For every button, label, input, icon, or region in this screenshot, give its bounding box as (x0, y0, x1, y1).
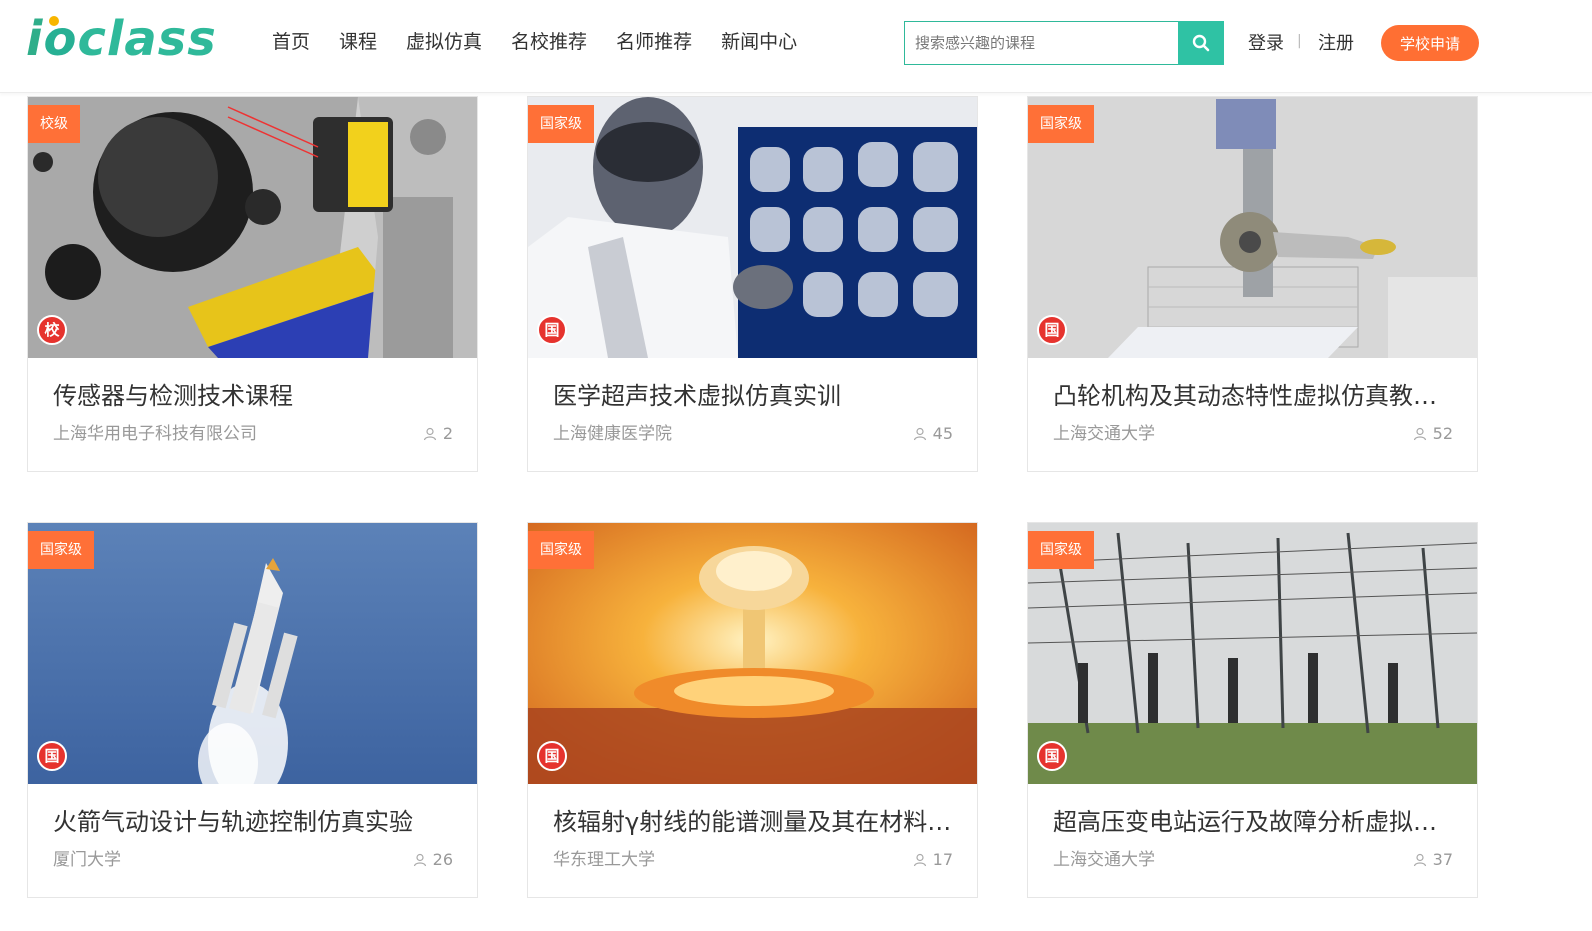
level-mark-icon: 国 (1037, 741, 1067, 771)
level-mark-icon: 国 (537, 741, 567, 771)
course-school: 厦门大学 (53, 850, 121, 870)
learner-count: 37 (1413, 848, 1453, 872)
nav-home[interactable]: 首页 (272, 28, 310, 56)
school-apply-button[interactable]: 学校申请 (1381, 25, 1479, 61)
course-title[interactable]: 传感器与检测技术课程 (53, 379, 458, 413)
learner-count: 45 (913, 422, 953, 446)
search-input[interactable] (904, 21, 1178, 65)
course-school: 上海交通大学 (1053, 850, 1155, 870)
course-school: 上海健康医学院 (553, 424, 672, 444)
course-title[interactable]: 凸轮机构及其动态特性虚拟仿真教学实验 (1053, 379, 1458, 413)
learner-count: 17 (913, 848, 953, 872)
course-school: 上海华用电子科技有限公司 (53, 424, 257, 444)
level-badge: 校级 (28, 105, 80, 143)
course-title[interactable]: 火箭气动设计与轨迹控制仿真实验 (53, 805, 458, 839)
user-icon (913, 853, 926, 867)
nav-news-center[interactable]: 新闻中心 (721, 28, 797, 56)
course-card[interactable]: 国家级 国 超高压变电站运行及故障分析虚拟仿真实验 上海交通大学 37 (1027, 522, 1478, 898)
level-badge: 国家级 (28, 531, 94, 569)
user-icon (423, 427, 436, 441)
level-badge: 国家级 (1028, 531, 1094, 569)
learner-count-value: 2 (442, 424, 453, 443)
level-mark-icon: 国 (37, 741, 67, 771)
course-title[interactable]: 医学超声技术虚拟仿真实训 (553, 379, 958, 413)
course-image[interactable]: 国家级 国 (528, 97, 977, 358)
search-button[interactable] (1178, 21, 1224, 65)
learner-count-value: 26 (432, 850, 453, 869)
learner-count: 26 (413, 848, 453, 872)
course-school: 华东理工大学 (553, 850, 655, 870)
learner-count: 52 (1413, 422, 1453, 446)
user-icon (913, 427, 926, 441)
nav-famous-teachers[interactable]: 名师推荐 (616, 28, 692, 56)
learner-count-value: 45 (932, 424, 953, 443)
search-icon (1192, 34, 1210, 52)
nav-famous-schools[interactable]: 名校推荐 (511, 28, 587, 56)
level-badge: 国家级 (528, 105, 594, 143)
learner-count-value: 37 (1432, 850, 1453, 869)
level-mark-icon: 国 (537, 315, 567, 345)
register-link[interactable]: 注册 (1318, 29, 1354, 55)
nav-virtual-simulation[interactable]: 虚拟仿真 (406, 28, 482, 56)
learner-count-value: 17 (932, 850, 953, 869)
course-image[interactable]: 国家级 国 (28, 523, 477, 784)
site-header: ioclass 首页 课程 虚拟仿真 名校推荐 名师推荐 新闻中心 登录 | 注… (0, 0, 1592, 93)
course-image[interactable]: 校级 校 (28, 97, 477, 358)
login-register-separator: | (1297, 33, 1302, 49)
nav-courses[interactable]: 课程 (339, 28, 377, 56)
course-school: 上海交通大学 (1053, 424, 1155, 444)
user-icon (413, 853, 426, 867)
course-image[interactable]: 国家级 国 (528, 523, 977, 784)
course-card[interactable]: 国家级 国 核辐射γ射线的能谱测量及其在材料分析中的应用 华东理工大学 17 (527, 522, 978, 898)
level-mark-icon: 校 (37, 315, 67, 345)
site-logo[interactable]: io class (26, 14, 217, 64)
user-icon (1413, 853, 1426, 867)
main-nav: 首页 课程 虚拟仿真 名校推荐 名师推荐 新闻中心 (272, 28, 826, 56)
course-title[interactable]: 核辐射γ射线的能谱测量及其在材料分析中的应用 (553, 805, 958, 839)
course-card[interactable]: 校级 校 传感器与检测技术课程 上海华用电子科技有限公司 2 (27, 96, 478, 472)
level-mark-icon: 国 (1037, 315, 1067, 345)
course-title[interactable]: 超高压变电站运行及故障分析虚拟仿真实验 (1053, 805, 1458, 839)
course-image[interactable]: 国家级 国 (1028, 97, 1477, 358)
course-card[interactable]: 国家级 国 医学超声技术虚拟仿真实训 上海健康医学院 45 (527, 96, 978, 472)
level-badge: 国家级 (528, 531, 594, 569)
user-icon (1413, 427, 1426, 441)
level-badge: 国家级 (1028, 105, 1094, 143)
login-link[interactable]: 登录 (1248, 29, 1284, 55)
learner-count-value: 52 (1432, 424, 1453, 443)
search-bar (904, 21, 1224, 65)
course-image[interactable]: 国家级 国 (1028, 523, 1477, 784)
course-card[interactable]: 国家级 国 火箭气动设计与轨迹控制仿真实验 厦门大学 26 (27, 522, 478, 898)
course-card[interactable]: 国家级 国 凸轮机构及其动态特性虚拟仿真教学实验 上海交通大学 52 (1027, 96, 1478, 472)
learner-count: 2 (423, 422, 453, 446)
